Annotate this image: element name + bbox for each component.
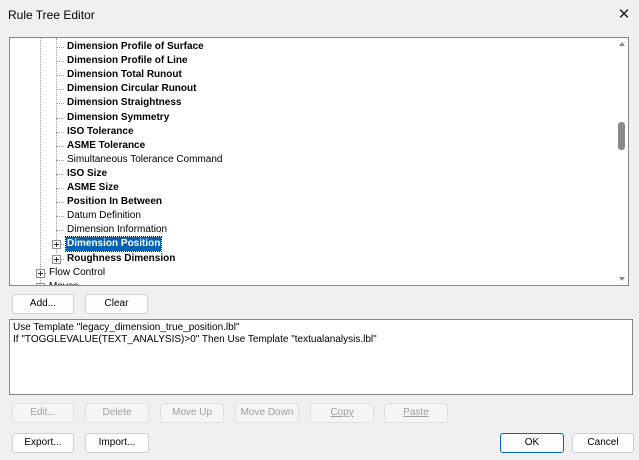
vertical-scrollbar[interactable] [615, 38, 628, 285]
move-down-button[interactable]: Move Down [235, 403, 299, 423]
expand-icon[interactable] [52, 240, 61, 250]
tree-item[interactable]: Position In Between [66, 195, 163, 209]
tree-connector [56, 202, 64, 204]
ok-button[interactable]: OK [500, 433, 564, 453]
tree-item[interactable]: Roughness Dimension [66, 252, 176, 266]
close-button[interactable]: ✕ [609, 0, 639, 28]
paste-button[interactable]: Paste [384, 403, 448, 423]
tree-item[interactable]: Dimension Total Runout [66, 68, 183, 82]
tree-item[interactable]: Dimension Circular Runout [66, 82, 197, 96]
tree-connector [56, 145, 64, 147]
tree-connector [56, 103, 64, 105]
tree-connector [56, 75, 64, 77]
tree-item[interactable]: Moves [48, 280, 79, 285]
edit-button[interactable]: Edit... [12, 403, 74, 423]
window-title: Rule Tree Editor [8, 8, 95, 22]
tree-item[interactable]: Simultaneous Tolerance Command [66, 153, 223, 167]
tree-item[interactable]: Dimension Position [64, 236, 163, 253]
rule-tree[interactable]: Dimension Profile of Surface Dimension Pr… [9, 37, 629, 286]
tree-item[interactable]: Dimension Information [66, 223, 168, 237]
tree-connector [56, 61, 64, 63]
move-up-button[interactable]: Move Up [160, 403, 224, 423]
expand-icon[interactable] [36, 282, 45, 285]
tree-connector [56, 173, 64, 175]
tree-item[interactable]: Dimension Symmetry [66, 111, 170, 125]
scroll-up-arrow-icon [618, 42, 625, 46]
delete-button[interactable]: Delete [85, 403, 149, 423]
rule-text-line: Use Template "legacy_dimension_true_posi… [13, 322, 240, 333]
import-button[interactable]: Import... [85, 433, 149, 453]
tree-guide-line [56, 38, 57, 260]
rule-text-area[interactable]: Use Template "legacy_dimension_true_posi… [9, 319, 633, 395]
tree-connector [56, 89, 64, 91]
clear-button[interactable]: Clear [85, 294, 148, 314]
title-bar: Rule Tree Editor ✕ [0, 0, 639, 28]
tree-connector [56, 131, 64, 133]
scroll-thumb[interactable] [618, 122, 625, 150]
tree-connector [56, 159, 64, 161]
tree-connector [56, 188, 64, 189]
tree-item[interactable]: ASME Size [66, 181, 120, 195]
tree-item[interactable]: ASME Tolerance [66, 139, 146, 153]
copy-button[interactable]: Copy [310, 403, 374, 423]
tree-connector [56, 117, 64, 119]
tree-item[interactable]: Dimension Profile of Line [66, 54, 189, 68]
scroll-down-button[interactable] [615, 273, 628, 285]
tree-connector [56, 47, 64, 48]
tree-item[interactable]: Datum Definition [66, 209, 142, 223]
tree-item[interactable]: ISO Tolerance [66, 125, 135, 139]
tree-connector [56, 216, 64, 218]
tree-connector [56, 230, 64, 232]
scroll-down-arrow-icon [618, 277, 625, 281]
tree-item[interactable]: ISO Size [66, 167, 108, 181]
add-button[interactable]: Add... [12, 294, 74, 314]
tree-item[interactable]: Dimension Profile of Surface [66, 40, 205, 54]
rule-text-line: If "TOGGLEVALUE(TEXT_ANALYSIS)>0" Then U… [13, 334, 377, 345]
tree-item[interactable]: Flow Control [48, 266, 106, 280]
expand-icon[interactable] [36, 268, 45, 278]
tree-guide-line [40, 38, 41, 285]
close-icon: ✕ [617, 6, 631, 23]
scroll-up-button[interactable] [615, 38, 628, 50]
export-button[interactable]: Export... [12, 433, 74, 453]
tree-content: Dimension Profile of Surface Dimension Pr… [10, 38, 616, 285]
cancel-button[interactable]: Cancel [572, 433, 634, 453]
expand-icon[interactable] [52, 254, 61, 264]
tree-item[interactable]: Dimension Straightness [66, 96, 182, 110]
